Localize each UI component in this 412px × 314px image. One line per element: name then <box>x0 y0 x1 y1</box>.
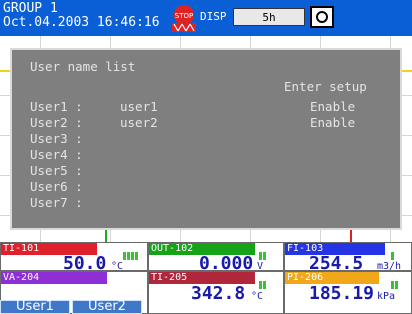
level-bars <box>259 274 267 289</box>
channel-panel-ti-205: TI-205 342.8 °C <box>148 271 284 314</box>
display-span-box[interactable]: 5h <box>233 8 305 26</box>
level-bars <box>259 245 267 260</box>
channel-unit: kPa <box>377 291 396 302</box>
channel-panel-pi-206: PI-206 185.19 kPa <box>284 271 412 314</box>
user-name[interactable]: user2 <box>120 116 158 130</box>
channel-panel-fi-103: FI-103 254.5 m3/h <box>284 242 412 273</box>
stop-text: STOP <box>175 12 193 20</box>
disp-label: DISP <box>200 10 227 23</box>
user-label: User6 : <box>30 179 83 194</box>
group-label: GROUP 1 <box>3 1 58 16</box>
user-label: User4 : <box>30 147 83 162</box>
channel-tag: VA-204 <box>1 272 107 284</box>
user-label: User5 : <box>30 163 83 178</box>
level-bars <box>391 274 399 289</box>
user-label: User2 : <box>30 115 83 130</box>
channel-panel-ti-101: TI-101 50.0 °C <box>0 242 148 273</box>
softkey-user1[interactable]: User1 <box>0 300 70 314</box>
stop-icon: STOP <box>170 4 198 32</box>
trend-marker <box>105 230 107 242</box>
dialog-title: User name list <box>30 59 136 74</box>
square-icon[interactable] <box>310 6 334 28</box>
user-label: User1 : <box>30 99 83 114</box>
channel-value: 342.8 <box>191 283 246 304</box>
user-status[interactable]: Enable <box>310 100 355 114</box>
level-bars <box>391 245 395 260</box>
user-name-list-dialog: User name list Enter setup User1 : user1… <box>10 48 402 230</box>
user-label: User7 : <box>30 195 83 210</box>
channel-value: 185.19 <box>309 283 375 304</box>
channel-panel-out-102: OUT-102 0.000 V <box>148 242 284 273</box>
enter-setup-heading: Enter setup <box>284 79 367 94</box>
user-label: User3 : <box>30 131 83 146</box>
level-bars <box>123 245 139 260</box>
date-time: Oct.04.2003 16:46:16 <box>3 15 160 30</box>
channel-unit: °C <box>251 291 264 302</box>
softkey-user2[interactable]: User2 <box>72 300 142 314</box>
trend-marker <box>350 230 352 242</box>
user-name[interactable]: user1 <box>120 100 158 114</box>
user-status[interactable]: Enable <box>310 116 355 130</box>
